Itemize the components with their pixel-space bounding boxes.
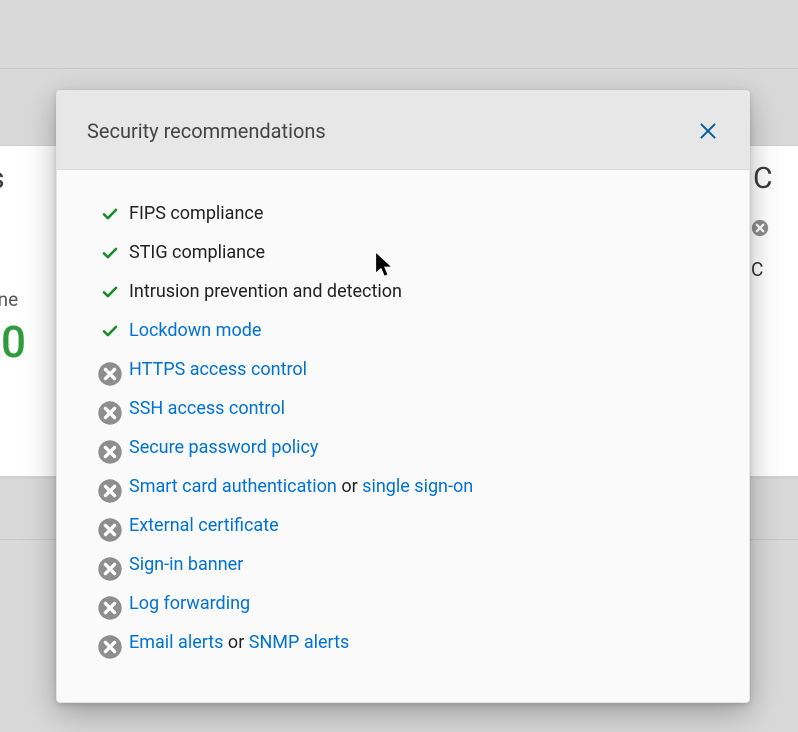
recommendation-item: Secure password policy bbox=[97, 428, 719, 467]
recommendation-text: SSH access control bbox=[129, 398, 285, 419]
bg-right-title-fragment: C bbox=[753, 161, 773, 196]
bg-left-stat-value: 0 bbox=[1, 316, 26, 368]
recommendation-text: Log forwarding bbox=[129, 593, 250, 614]
recommendation-text: Sign-in banner bbox=[129, 554, 243, 575]
check-icon bbox=[97, 244, 123, 262]
recommendation-item: STIG compliance bbox=[97, 233, 719, 272]
recommendation-text: Email alerts or SNMP alerts bbox=[129, 632, 349, 653]
check-icon bbox=[97, 283, 123, 301]
recommendation-text: Intrusion prevention and detection bbox=[129, 281, 402, 302]
bg-left-title-fragment: nces bbox=[0, 161, 5, 196]
recommendation-item: Smart card authentication or single sign… bbox=[97, 467, 719, 506]
modal-title: Security recommendations bbox=[87, 119, 326, 143]
recommendation-link[interactable]: SSH access control bbox=[129, 398, 285, 419]
x-circle-icon bbox=[97, 517, 123, 535]
recommendation-item: External certificate bbox=[97, 506, 719, 545]
recommendation-text: Lockdown mode bbox=[129, 320, 261, 341]
recommendation-label: STIG compliance bbox=[129, 242, 265, 263]
recommendation-text: STIG compliance bbox=[129, 242, 265, 263]
recommendation-label: FIPS compliance bbox=[129, 203, 263, 224]
recommendation-item: Lockdown mode bbox=[97, 311, 719, 350]
recommendation-item: Sign-in banner bbox=[97, 545, 719, 584]
check-icon bbox=[97, 205, 123, 223]
recommendation-link[interactable]: Smart card authentication bbox=[129, 476, 337, 497]
recommendation-item: HTTPS access control bbox=[97, 350, 719, 389]
recommendation-text: Smart card authentication or single sign… bbox=[129, 476, 473, 497]
x-circle-icon bbox=[97, 634, 123, 652]
recommendation-link[interactable]: Log forwarding bbox=[129, 593, 250, 614]
recommendation-item: Intrusion prevention and detection bbox=[97, 272, 719, 311]
recommendation-label: or bbox=[223, 632, 248, 653]
recommendation-link[interactable]: Secure password policy bbox=[129, 437, 318, 458]
x-circle-icon bbox=[97, 439, 123, 457]
recommendation-link[interactable]: Email alerts bbox=[129, 632, 223, 653]
modal-body: FIPS compliance STIG compliance Intrusion … bbox=[57, 170, 749, 672]
recommendation-item: Email alerts or SNMP alerts bbox=[97, 623, 719, 662]
x-circle-icon bbox=[751, 219, 769, 237]
recommendation-link[interactable]: Lockdown mode bbox=[129, 320, 261, 341]
x-circle-icon bbox=[97, 361, 123, 379]
recommendation-link[interactable]: External certificate bbox=[129, 515, 279, 536]
x-circle-icon bbox=[97, 556, 123, 574]
recommendation-item: Log forwarding bbox=[97, 584, 719, 623]
recommendation-text: External certificate bbox=[129, 515, 279, 536]
x-circle-icon bbox=[97, 595, 123, 613]
bg-left-sub-fragment: ine bbox=[0, 288, 18, 311]
x-circle-icon bbox=[97, 400, 123, 418]
recommendation-text: FIPS compliance bbox=[129, 203, 263, 224]
recommendation-label: or bbox=[337, 476, 362, 497]
recommendation-label: Intrusion prevention and detection bbox=[129, 281, 402, 302]
recommendation-list: FIPS compliance STIG compliance Intrusion … bbox=[97, 194, 719, 662]
recommendation-link[interactable]: HTTPS access control bbox=[129, 359, 307, 380]
modal-header: Security recommendations bbox=[57, 91, 749, 170]
check-icon bbox=[97, 322, 123, 340]
recommendation-text: HTTPS access control bbox=[129, 359, 307, 380]
security-recommendations-modal: Security recommendations FIPS compliance… bbox=[56, 90, 750, 703]
recommendation-link[interactable]: SNMP alerts bbox=[249, 632, 350, 653]
recommendation-text: Secure password policy bbox=[129, 437, 318, 458]
recommendation-link[interactable]: single sign-on bbox=[362, 476, 473, 497]
recommendation-item: SSH access control bbox=[97, 389, 719, 428]
recommendation-item: FIPS compliance bbox=[97, 194, 719, 233]
close-icon[interactable] bbox=[697, 120, 719, 142]
x-circle-icon bbox=[97, 478, 123, 496]
recommendation-link[interactable]: Sign-in banner bbox=[129, 554, 243, 575]
bg-right-sub-fragment: C bbox=[751, 258, 763, 281]
